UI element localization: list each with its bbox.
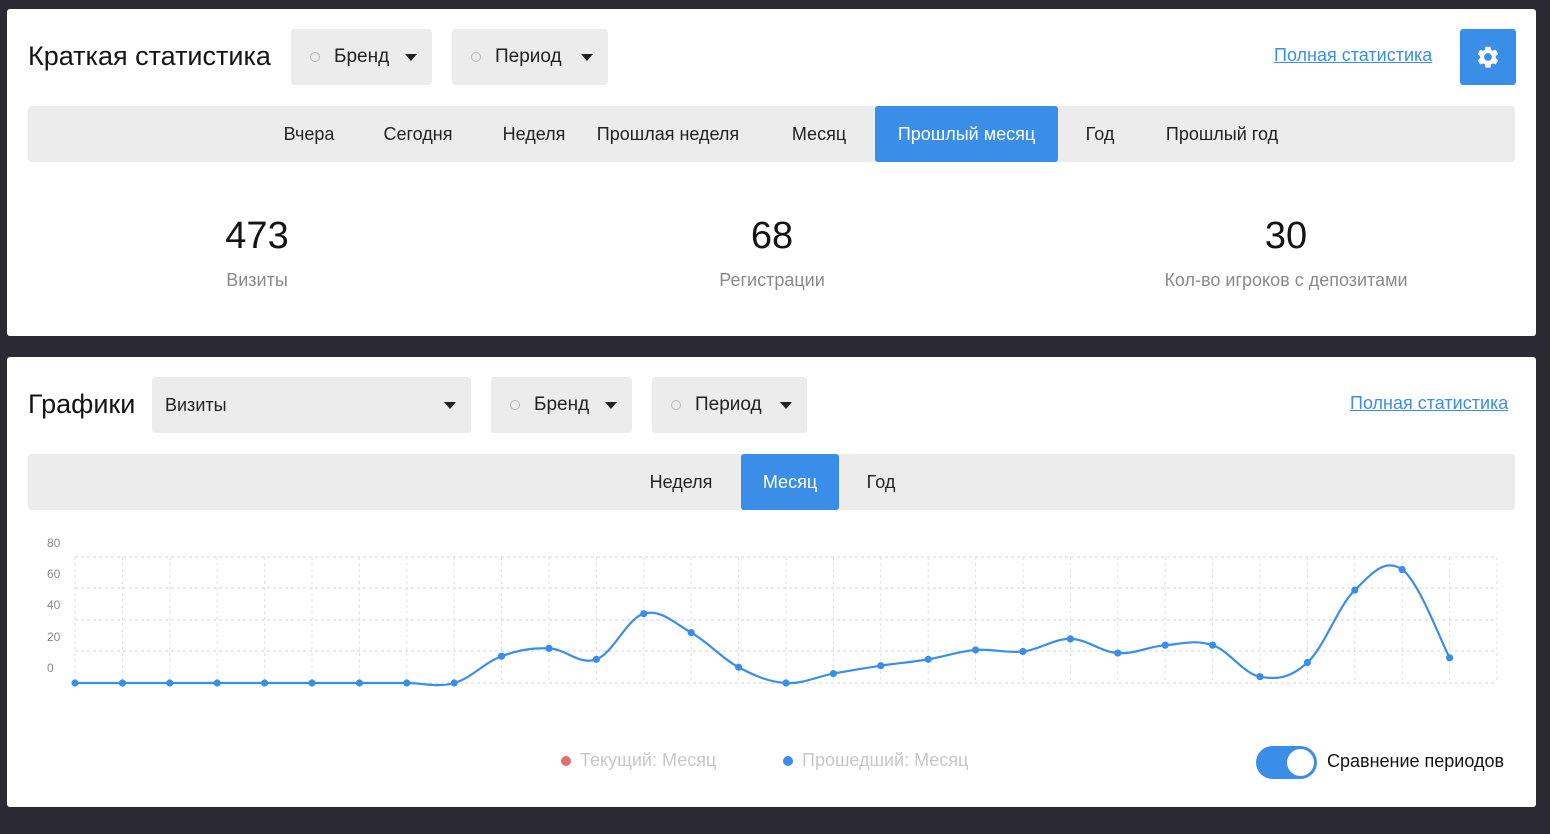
legend-previous-label: Прошедший: Месяц: [802, 750, 969, 770]
data-point: [877, 662, 885, 670]
gear-icon: [1477, 46, 1499, 68]
data-point: [1256, 673, 1264, 681]
y-tick-label: 20: [47, 630, 61, 644]
legend-previous[interactable]: Прошедший: Месяц: [783, 750, 968, 771]
tab-month[interactable]: Месяц: [741, 454, 839, 510]
data-point: [924, 655, 932, 663]
data-point: [545, 644, 553, 652]
summary-brand-dropdown[interactable]: Бренд: [291, 29, 432, 85]
summary-full-stats-link[interactable]: Полная статистика: [1274, 45, 1432, 66]
tab-year[interactable]: Год: [853, 454, 909, 510]
y-tick-label: 40: [47, 598, 61, 612]
data-point: [687, 629, 695, 637]
caret-down-icon: [405, 54, 417, 61]
tab-month[interactable]: Месяц: [766, 106, 872, 162]
metric-dropdown-label: Визиты: [165, 394, 227, 415]
caret-down-icon: [605, 402, 617, 409]
compare-periods-toggle[interactable]: [1256, 746, 1317, 779]
data-point: [403, 679, 411, 687]
toggle-knob: [1287, 749, 1314, 776]
data-point: [118, 679, 126, 687]
tab-today[interactable]: Сегодня: [348, 106, 488, 162]
stat-label: Кол-во игроков с депозитами: [1164, 270, 1408, 290]
circle-icon: [671, 400, 681, 410]
legend-dot-previous: [783, 755, 793, 766]
data-point: [1161, 641, 1169, 649]
charts-period-dropdown[interactable]: Период: [652, 377, 807, 433]
y-tick-label: 80: [47, 537, 61, 550]
y-tick-label: 0: [47, 661, 54, 675]
data-point: [166, 679, 174, 687]
tab-last-month[interactable]: Прошлый месяц: [875, 106, 1058, 162]
summary-title: Краткая статистика: [28, 41, 271, 71]
tab-year[interactable]: Год: [1068, 106, 1132, 162]
data-point: [498, 652, 506, 660]
data-point: [972, 646, 980, 654]
caret-down-icon: [581, 54, 593, 61]
caret-down-icon: [444, 402, 456, 409]
brand-dropdown-label: Бренд: [334, 46, 390, 67]
compare-periods-label: Сравнение периодов: [1327, 751, 1505, 771]
stat-registrations: 68 Регистрации: [572, 215, 972, 291]
visits-line-chart: 80 60 40 20 0: [47, 537, 1498, 687]
data-point: [450, 679, 458, 687]
legend-current[interactable]: Текущий: Месяц: [561, 750, 716, 771]
tab-week[interactable]: Неделя: [635, 454, 727, 510]
legend-current-label: Текущий: Месяц: [580, 750, 717, 770]
summary-period-dropdown[interactable]: Период: [452, 29, 608, 85]
legend-dot-current: [561, 755, 571, 766]
data-point: [735, 663, 743, 671]
stat-label: Визиты: [226, 270, 288, 290]
stat-visits: 473 Визиты: [57, 215, 457, 291]
period-dropdown-label: Период: [495, 46, 562, 67]
data-point: [1398, 566, 1406, 574]
stat-depositors: 30 Кол-во игроков с депозитами: [1086, 215, 1486, 291]
tab-last-year[interactable]: Прошлый год: [1142, 106, 1302, 162]
data-point: [1303, 658, 1311, 667]
charts-brand-dropdown[interactable]: Бренд: [491, 377, 632, 433]
data-point: [1446, 654, 1454, 662]
data-point: [1351, 586, 1359, 594]
y-tick-label: 60: [47, 567, 61, 581]
summary-period-tabs: Вчера Сегодня Неделя Прошлая неделя Меся…: [28, 106, 1515, 162]
charts-full-stats-link[interactable]: Полная статистика: [1350, 393, 1508, 414]
stat-value: 30: [1264, 215, 1308, 257]
settings-button[interactable]: [1460, 29, 1516, 85]
stat-value: 473: [225, 215, 289, 257]
data-point: [71, 679, 79, 687]
tab-last-week[interactable]: Прошлая неделя: [580, 106, 756, 162]
circle-icon: [310, 52, 320, 62]
data-point: [261, 679, 269, 687]
data-point: [592, 655, 601, 663]
data-point: [829, 669, 838, 678]
charts-card: Графики Визиты Бренд Период Полная стати…: [7, 357, 1536, 807]
charts-title: Графики: [28, 389, 136, 419]
circle-icon: [510, 400, 520, 410]
data-point: [1114, 649, 1122, 657]
series-line-previous: [75, 564, 1451, 687]
summary-card: Краткая статистика Бренд Период Полная с…: [7, 9, 1536, 336]
metric-dropdown[interactable]: Визиты: [152, 377, 471, 433]
data-point: [308, 679, 316, 687]
circle-icon: [471, 52, 481, 62]
data-point: [355, 679, 363, 687]
data-point: [213, 679, 221, 687]
data-point: [1066, 635, 1074, 643]
data-point: [1019, 647, 1027, 656]
stat-value: 68: [750, 215, 794, 257]
data-point: [782, 679, 790, 687]
stat-label: Регистрации: [719, 270, 825, 290]
data-point: [640, 610, 648, 618]
caret-down-icon: [780, 402, 792, 409]
data-point: [1209, 641, 1217, 649]
charts-period-tabs: Неделя Месяц Год: [28, 454, 1515, 510]
period-dropdown-label: Период: [695, 394, 762, 415]
brand-dropdown-label: Бренд: [534, 394, 590, 415]
